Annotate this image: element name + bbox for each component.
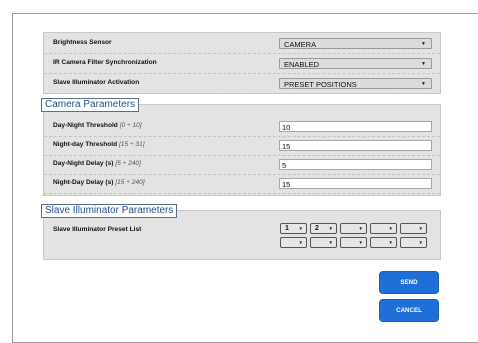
input-value: 5 [282, 161, 287, 170]
input-value: 15 [282, 142, 291, 151]
cancel-button[interactable]: CANCEL [379, 299, 439, 322]
camera-param-row: Day-Night Delay (s) [5 ÷ 240] 5 [44, 155, 440, 175]
slave-activation-select[interactable]: PRESET POSITIONS ▼ [279, 78, 432, 89]
night-day-delay-input[interactable]: 15 [279, 178, 432, 189]
dropdown-arrow-icon: ▼ [418, 240, 423, 245]
dropdown-arrow-icon: ▼ [358, 226, 363, 231]
camera-param-row: Night-day Threshold [15 ÷ 31] 15 [44, 136, 440, 156]
setting-label: Brightness Sensor [53, 39, 112, 46]
camera-parameters-panel: Camera Parameters Day-Night Threshold [0… [41, 98, 441, 196]
setting-label: IR Camera Filter Synchronization [53, 59, 157, 66]
preset-select-7[interactable]: ▼ [310, 237, 337, 248]
camera-param-row: Night-Day Delay (s) [15 ÷ 240] 15 [44, 174, 440, 194]
general-settings-panel: Brightness Sensor CAMERA ▼ IR Camera Fil… [43, 32, 441, 94]
preset-select-9[interactable]: ▼ [370, 237, 397, 248]
param-label: Day-Night Threshold [53, 122, 118, 129]
preset-select-5[interactable]: ▼ [400, 223, 427, 234]
param-label: Night-Day Delay (s) [53, 179, 114, 186]
setting-row-ir-filter-sync: IR Camera Filter Synchronization ENABLED… [44, 54, 440, 74]
day-night-delay-input[interactable]: 5 [279, 159, 432, 170]
preset-select-6[interactable]: ▼ [280, 237, 307, 248]
slave-illuminator-title: Slave Illuminator Parameters [41, 204, 178, 218]
select-value: CAMERA [284, 40, 317, 49]
dropdown-arrow-icon: ▼ [328, 240, 333, 245]
param-label: Night-day Threshold [53, 141, 118, 148]
preset-select-3[interactable]: ▼ [340, 223, 367, 234]
dropdown-arrow-icon: ▼ [388, 240, 393, 245]
dropdown-arrow-icon: ▼ [298, 226, 303, 231]
setting-row-brightness-sensor: Brightness Sensor CAMERA ▼ [44, 34, 440, 54]
camera-param-row: Day-Night Threshold [0 ÷ 10] 10 [44, 117, 440, 137]
dropdown-arrow-icon: ▼ [388, 226, 393, 231]
preset-select-1[interactable]: 1 ▼ [280, 223, 307, 234]
dropdown-arrow-icon: ▼ [358, 240, 363, 245]
brightness-sensor-select[interactable]: CAMERA ▼ [279, 38, 432, 49]
select-value: PRESET POSITIONS [284, 80, 357, 89]
param-range: [0 ÷ 10] [119, 122, 142, 129]
preset-select-2[interactable]: 2 ▼ [310, 223, 337, 234]
input-value: 10 [282, 123, 291, 132]
day-night-threshold-input[interactable]: 10 [279, 121, 432, 132]
param-range: [5 ÷ 240] [115, 160, 141, 167]
setting-row-slave-activation: Slave Illuminator Activation PRESET POSI… [44, 74, 440, 94]
dropdown-arrow-icon: ▼ [298, 240, 303, 245]
input-value: 15 [282, 180, 291, 189]
param-range: [15 ÷ 240] [115, 179, 145, 186]
dropdown-arrow-icon: ▼ [421, 61, 426, 67]
param-range: [15 ÷ 31] [118, 141, 145, 148]
night-day-threshold-input[interactable]: 15 [279, 140, 432, 151]
preset-select-10[interactable]: ▼ [400, 237, 427, 248]
dropdown-arrow-icon: ▼ [418, 226, 423, 231]
camera-parameters-title: Camera Parameters [41, 98, 140, 112]
dropdown-arrow-icon: ▼ [328, 226, 333, 231]
preset-list-label: Slave Illuminator Preset List [53, 226, 142, 233]
setting-label: Slave Illuminator Activation [53, 79, 140, 86]
ir-filter-sync-select[interactable]: ENABLED ▼ [279, 58, 432, 69]
preset-select-8[interactable]: ▼ [340, 237, 367, 248]
preset-value: 1 [285, 225, 289, 232]
param-label: Day-Night Delay (s) [53, 160, 114, 167]
send-button[interactable]: SEND [379, 271, 439, 294]
dropdown-arrow-icon: ▼ [421, 41, 426, 47]
preset-value: 2 [315, 225, 319, 232]
preset-select-4[interactable]: ▼ [370, 223, 397, 234]
slave-illuminator-panel: Slave Illuminator Parameters Slave Illum… [41, 204, 441, 260]
dropdown-arrow-icon: ▼ [421, 81, 426, 87]
select-value: ENABLED [284, 60, 320, 69]
